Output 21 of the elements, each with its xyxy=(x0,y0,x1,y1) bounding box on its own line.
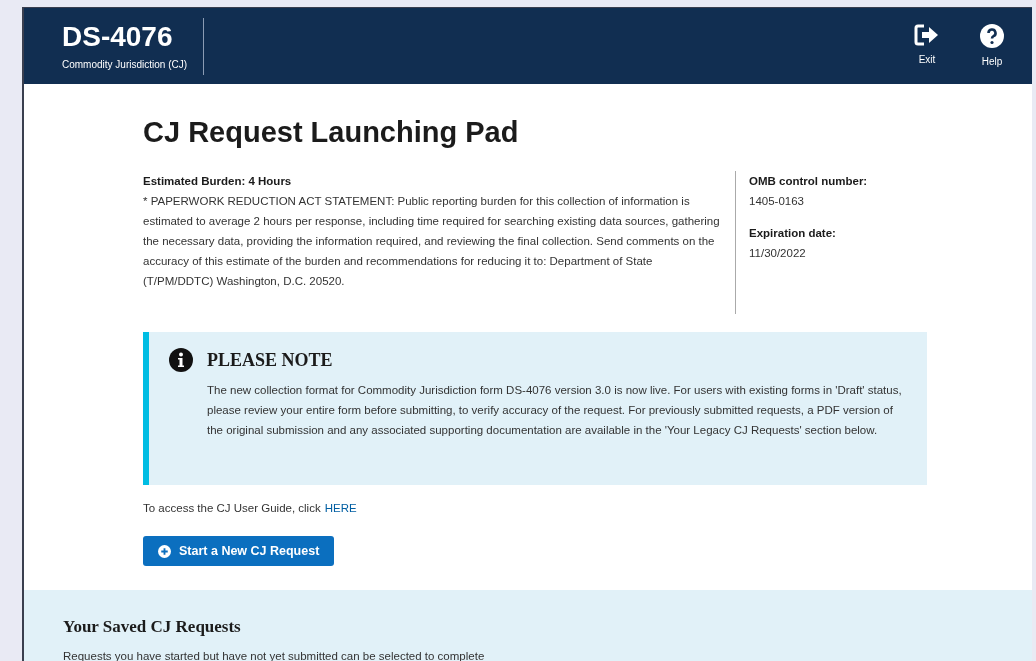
exit-icon xyxy=(914,23,940,46)
burden-heading: Estimated Burden: 4 Hours xyxy=(143,174,293,189)
exit-button[interactable]: Exit xyxy=(914,23,940,69)
help-icon xyxy=(980,23,1004,48)
info-label: OMB control number: xyxy=(749,174,868,189)
form-number: DS-4076 xyxy=(62,20,174,53)
info-icon xyxy=(169,348,193,372)
section-title: Your Saved CJ Requests xyxy=(63,616,242,639)
form-subtitle: Commodity Jurisdiction (CJ) xyxy=(62,57,188,72)
guide-text: To access the CJ User Guide, click xyxy=(143,501,321,516)
info-value: 1405-0163 xyxy=(749,194,805,209)
note-text: The new collection format for Commodity Jurisdiction form DS-4076 version 3.0 is now live. For users with existing forms in 'Draft' status, please review your entire form before submitting, to verify accuracy of the request. For previously submitted requests, a PDF version of the original submission and any associated supporting documentation are available in the 'Your Legacy CJ Requests' section below. xyxy=(207,383,903,438)
burden-statement: * PAPERWORK REDUCTION ACT STATEMENT: Public reporting burden for this collection of information is estimated to average 2 hours per response, including time required for searching existing data sources, gathering the necessary data, providing the information required, and reviewing the final collection. Send comments on the accuracy of this estimate of the burden and recommendations for reducing it to: Department of State (T/PM/DDTC) Washington, D.C. 20520. xyxy=(143,194,721,289)
plus-circle-icon xyxy=(158,544,171,558)
user-guide-link[interactable]: HERE xyxy=(324,500,357,518)
info-value: 11/30/2022 xyxy=(749,246,807,261)
info-label: Expiration date: xyxy=(749,226,837,241)
page-title: CJ Request Launching Pad xyxy=(143,115,520,150)
help-button[interactable]: Help xyxy=(980,23,1004,69)
start-request-button[interactable]: Start a New CJ Request xyxy=(143,536,335,567)
note-title: PLEASE NOTE xyxy=(207,349,334,372)
